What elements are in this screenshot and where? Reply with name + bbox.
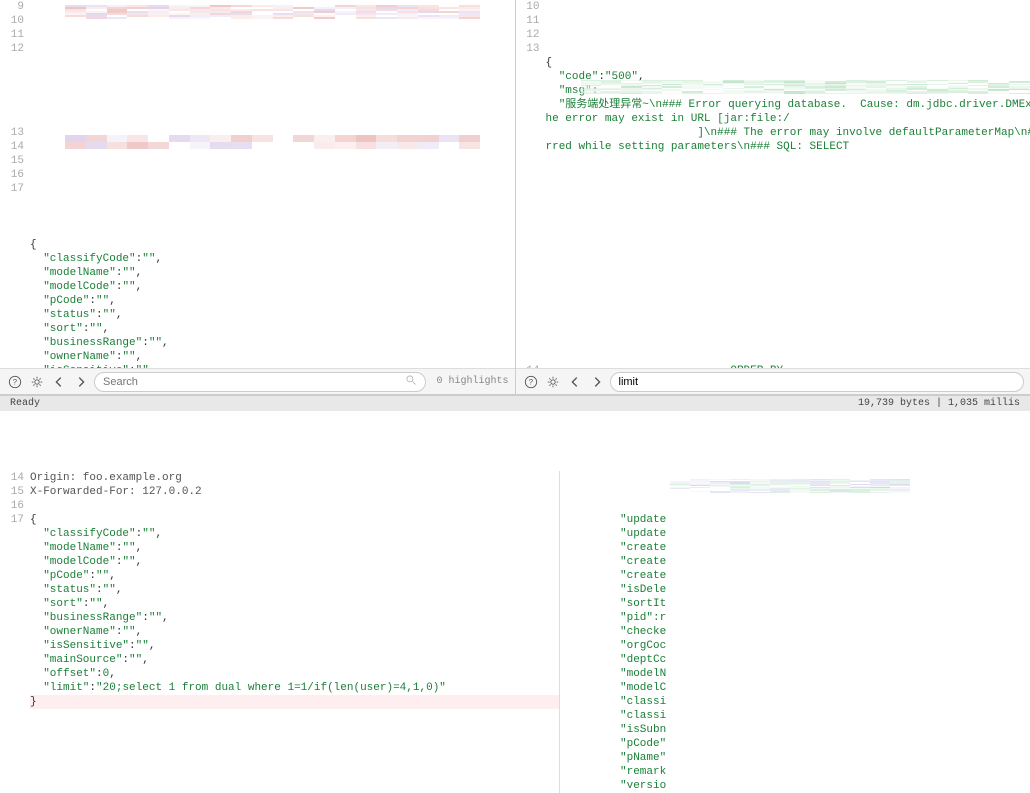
nav-next-icon[interactable]	[588, 373, 606, 391]
left-toolbar: ? 0 highlights	[0, 368, 515, 394]
svg-text:?: ?	[528, 378, 533, 387]
nav-prev-icon[interactable]	[566, 373, 584, 391]
right-gutter: 1011121314	[516, 0, 546, 368]
redacted-area-2	[65, 135, 480, 149]
help-icon[interactable]: ?	[522, 373, 540, 391]
bottom-area: 14151617 Origin: foo.example.orgX-Forwar…	[0, 471, 1030, 793]
app-root: 91011121314151617 { "classifyCode":"", "…	[0, 0, 1030, 726]
nav-next-icon[interactable]	[72, 373, 90, 391]
left-search-box[interactable]	[94, 372, 426, 392]
help-icon[interactable]: ?	[6, 373, 24, 391]
left-search-input[interactable]	[103, 376, 405, 388]
redacted-area-1	[65, 5, 480, 19]
search-icon	[405, 374, 417, 390]
status-bytes: 19,739 bytes | 1,035 millis	[858, 398, 1020, 409]
svg-text:?: ?	[13, 378, 18, 387]
gear-icon[interactable]	[28, 373, 46, 391]
right-search-box[interactable]	[610, 372, 1025, 392]
redacted-area-4	[670, 479, 910, 493]
status-bar: Ready 19,739 bytes | 1,035 millis	[0, 395, 1030, 411]
right-code-lines: { "code":"500", "msg": "服务端处理异常~\n### Er…	[546, 0, 1030, 368]
left-code-area[interactable]: 91011121314151617 { "classifyCode":"", "…	[0, 0, 515, 368]
right-search-input[interactable]	[619, 376, 1016, 388]
diff-area: 91011121314151617 { "classifyCode":"", "…	[0, 0, 1030, 395]
redacted-area-3	[581, 80, 1030, 94]
nav-prev-icon[interactable]	[50, 373, 68, 391]
right-diff-pane: 1011121314 { "code":"500", "msg": "服务端处理…	[516, 0, 1030, 394]
left-diff-pane: 91011121314151617 { "classifyCode":"", "…	[0, 0, 516, 394]
bottom-left-code: Origin: foo.example.orgX-Forwarded-For: …	[30, 471, 559, 793]
left-code-lines: { "classifyCode":"", "modelName":"", "mo…	[30, 0, 515, 368]
bottom-left-gutter: 14151617	[0, 471, 30, 793]
bottom-left-pane: 14151617 Origin: foo.example.orgX-Forwar…	[0, 471, 560, 793]
status-ready: Ready	[10, 398, 40, 409]
right-toolbar: ?	[516, 368, 1030, 394]
bottom-right-pane: "update"update"create"create"create"isDe…	[560, 471, 1030, 793]
bottom-right-code: "update"update"create"create"create"isDe…	[620, 471, 1030, 793]
right-code-area[interactable]: 1011121314 { "code":"500", "msg": "服务端处理…	[516, 0, 1030, 368]
gear-icon[interactable]	[544, 373, 562, 391]
highlights-count: 0 highlights	[436, 376, 508, 387]
left-gutter: 91011121314151617	[0, 0, 30, 368]
